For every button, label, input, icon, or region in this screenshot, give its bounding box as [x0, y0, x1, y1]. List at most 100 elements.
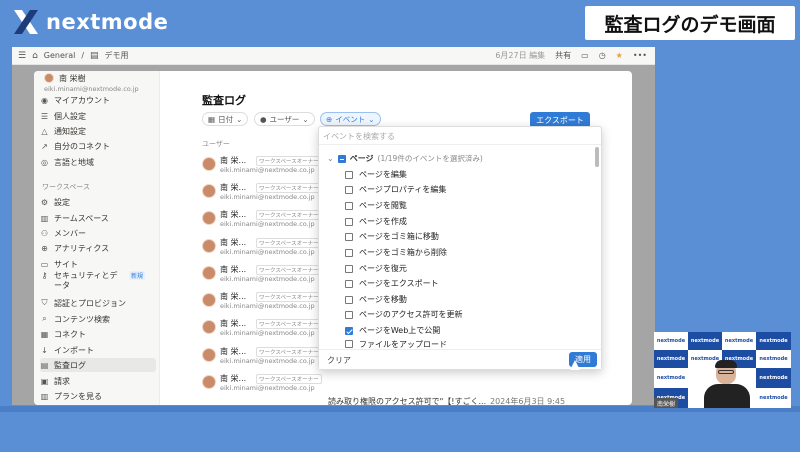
role-badge: ワークスペースオーナー — [256, 347, 322, 357]
event-option[interactable]: ページをゴミ箱から削除 — [345, 247, 447, 258]
brand-logo: nextmode — [12, 8, 168, 36]
chevron-down-icon: ⌄ — [236, 114, 243, 124]
more-icon[interactable]: ••• — [633, 51, 647, 60]
event-option[interactable]: ページを閲覧 — [345, 200, 407, 211]
table-row[interactable]: 南 栄... ワークスペースオーナー eiki.minami@nextmode.co… — [202, 262, 322, 286]
event-group-page[interactable]: ⌄ ページ (1/19件のイベントを選択済み) — [327, 153, 483, 164]
people-icon: ⚇ — [40, 228, 49, 238]
table-row[interactable]: 南 栄... ワークスペースオーナー eiki.minami@nextmode.co… — [202, 289, 322, 313]
sidebar-item-language[interactable]: ◎ 言語と地域 — [40, 155, 156, 169]
avatar — [202, 239, 216, 253]
sidebar-item-notifications[interactable]: △ 通知設定 — [40, 124, 156, 138]
option-checkbox[interactable] — [345, 279, 353, 288]
comment-icon[interactable]: ▭ — [581, 51, 589, 60]
table-row[interactable]: 南 栄... ワークスペースオーナー eiki.minami@nextmode.co… — [202, 207, 322, 231]
clock-icon[interactable]: ◷ — [599, 51, 606, 60]
event-option[interactable]: ページをエクスポート — [345, 278, 439, 289]
sidebar-item-teamspaces[interactable]: ▥ チームスペース — [40, 211, 156, 225]
backdrop-tile: nextmode — [654, 350, 688, 368]
person-icon: ● — [260, 114, 267, 124]
clear-button[interactable]: クリア — [327, 355, 351, 366]
dropdown-scrollbar[interactable] — [595, 147, 599, 167]
settings-sidebar: 南 栄樹 eiki.minami@nextmode.co.jp ◉ マイアカウント… — [34, 71, 160, 405]
role-badge: ワークスペースオーナー — [256, 292, 322, 302]
sidebar-item-label: 認証とプロビジョン — [54, 298, 126, 308]
event-option[interactable]: ページを作成 — [345, 216, 407, 227]
table-row[interactable]: 南 栄... ワークスペースオーナー eiki.minami@nextmode.co… — [202, 180, 322, 204]
key-icon: ⚷ — [41, 271, 48, 280]
event-option[interactable]: ファイルをアップロード — [345, 340, 447, 348]
event-option[interactable]: ページを復元 — [345, 263, 407, 274]
table-row[interactable]: 南 栄... ワークスペースオーナー eiki.minami@nextmode.co… — [202, 153, 322, 177]
event-search-input[interactable]: イベントを検索する — [319, 127, 601, 145]
sidebar-item-label: サイト — [54, 259, 78, 269]
sidebar-item-content-search[interactable]: ⌕ コンテンツ検索 — [40, 312, 156, 326]
breadcrumb-demo[interactable]: デモ用 — [105, 50, 129, 61]
event-option-label: ページを編集 — [359, 170, 407, 179]
edited-timestamp: 6月27日 編集 — [495, 51, 546, 60]
event-option[interactable]: ページをWeb上で公開 — [345, 325, 440, 336]
sidebar-item-analytics[interactable]: ⊕ アナリティクス — [40, 241, 156, 255]
event-option-label: ページをゴミ箱に移動 — [359, 232, 439, 241]
option-checkbox[interactable] — [345, 264, 353, 273]
sidebar-item-import[interactable]: ↓ インポート — [40, 343, 156, 357]
sidebar-item-plans[interactable]: ▥ プランを見る — [40, 389, 156, 403]
event-filter[interactable]: ⊕ イベント ⌄ — [320, 112, 381, 126]
event-option[interactable]: ページをゴミ箱に移動 — [345, 231, 439, 242]
option-checkbox-checked[interactable] — [345, 326, 353, 335]
event-option[interactable]: ページを移動 — [345, 294, 407, 305]
menu-icon[interactable]: ☰ — [18, 51, 26, 61]
row-event-text: 読み取り権限のアクセス許可で"【!すごく... — [328, 397, 487, 405]
sidebar-item-security[interactable]: ⚷ セキュリティとデータ 新規 — [40, 271, 156, 293]
sidebar-item-audit-log[interactable]: ▤ 監査ログ — [40, 358, 156, 372]
row-user-email: eiki.minami@nextmode.co.jp — [220, 302, 315, 310]
sidebar-item-sites[interactable]: ▭ サイト — [40, 257, 156, 271]
home-icon: ⌂ — [32, 50, 38, 61]
site-icon: ▭ — [40, 259, 49, 269]
date-filter[interactable]: ▦ 日付 ⌄ — [202, 112, 249, 126]
sidebar-item-my-account[interactable]: ◉ マイアカウント — [40, 93, 156, 107]
sidebar-item-members[interactable]: ⚇ メンバー — [40, 226, 156, 240]
presentation-footer — [0, 405, 800, 452]
option-checkbox[interactable] — [345, 248, 353, 257]
table-row[interactable]: 南 栄... ワークスペースオーナー eiki.minami@nextmode.co… — [202, 344, 322, 368]
mouse-cursor-icon — [570, 360, 580, 370]
event-option[interactable]: ページのアクセス許可を更新 — [345, 309, 462, 320]
group-checkbox[interactable] — [337, 154, 346, 163]
option-checkbox[interactable] — [345, 217, 353, 226]
avatar — [202, 184, 216, 198]
option-checkbox[interactable] — [345, 170, 353, 179]
option-checkbox[interactable] — [345, 201, 353, 210]
event-option[interactable]: ページプロパティを編集 — [345, 184, 446, 195]
event-option[interactable]: ページを編集 — [345, 169, 407, 180]
table-row[interactable]: 南 栄... ワークスペースオーナー eiki.minami@nextmode.co… — [202, 235, 322, 259]
user-filter[interactable]: ● ユーザー ⌄ — [254, 112, 315, 126]
sidebar-item-settings[interactable]: ⚙ 設定 — [40, 195, 156, 209]
table-row[interactable]: 南 栄... ワークスペースオーナー eiki.minami@nextmode.co… — [202, 371, 322, 395]
sidebar-item-connections[interactable]: ▦ コネクト — [40, 327, 156, 341]
sidebar-item-auth-provisioning[interactable]: ⛉ 認証とプロビジョン — [40, 296, 156, 310]
map-icon: ▥ — [40, 391, 49, 401]
slide-title: 監査ログのデモ画面 — [585, 6, 795, 40]
sliders-icon: ☰ — [40, 111, 49, 121]
share-button[interactable]: 共有 — [555, 50, 571, 61]
sidebar-item-preferences[interactable]: ☰ 個人設定 — [40, 109, 156, 123]
option-checkbox[interactable] — [345, 185, 353, 194]
row-user-email: eiki.minami@nextmode.co.jp — [220, 275, 315, 283]
calendar-icon: ▦ — [208, 114, 216, 124]
star-icon[interactable]: ★ — [616, 51, 623, 60]
sidebar-item-billing[interactable]: ▣ 請求 — [40, 374, 156, 388]
sidebar-item-my-connections[interactable]: ↗ 自分のコネクト — [40, 139, 156, 153]
presenter-name-tag: 南栄樹 — [654, 398, 679, 408]
group-label: ページ — [349, 154, 374, 163]
option-checkbox[interactable] — [345, 340, 353, 348]
row-user-email: eiki.minami@nextmode.co.jp — [220, 220, 315, 228]
table-row[interactable]: 南 栄... ワークスペースオーナー eiki.minami@nextmode.co… — [202, 316, 322, 340]
avatar — [202, 375, 216, 389]
breadcrumb-separator: / — [81, 51, 85, 60]
option-checkbox[interactable] — [345, 295, 353, 304]
breadcrumb-general[interactable]: General — [44, 51, 76, 60]
option-checkbox[interactable] — [345, 232, 353, 241]
option-checkbox[interactable] — [345, 310, 353, 319]
avatar — [202, 266, 216, 280]
